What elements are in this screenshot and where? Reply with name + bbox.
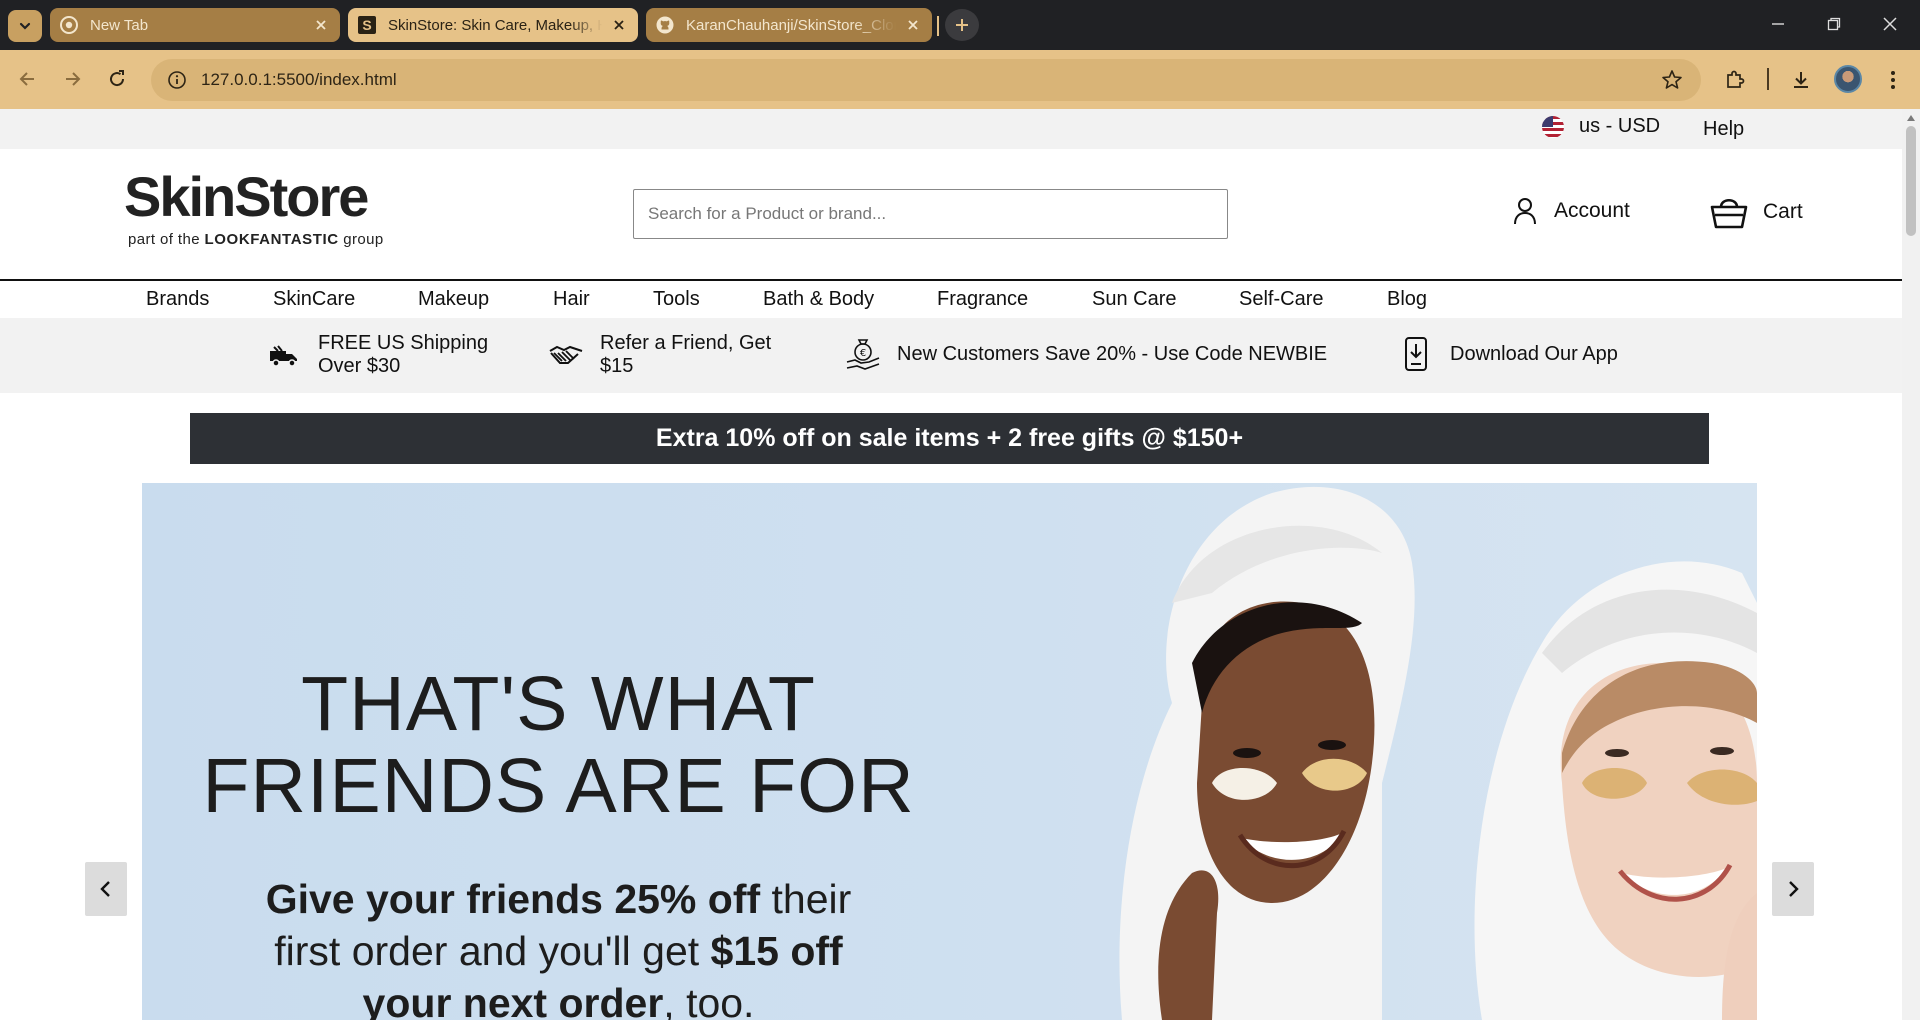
phone-download-icon [1398, 336, 1434, 372]
account-link[interactable]: Account [1512, 197, 1630, 225]
toolbar-divider [1767, 68, 1769, 90]
browser-menu-button[interactable] [1876, 63, 1910, 97]
profile-avatar[interactable] [1834, 65, 1862, 93]
skinstore-logo[interactable]: SkinStore part of the LOOKFANTASTIC grou… [124, 165, 384, 249]
close-window-button[interactable] [1862, 0, 1918, 48]
hero-heading: THAT'S WHAT FRIENDS ARE FOR [202, 661, 915, 829]
address-bar[interactable]: 127.0.0.1:5500/index.html [151, 59, 1701, 101]
hero-banner[interactable]: THAT'S WHAT FRIENDS ARE FOR Give your fri… [142, 483, 1757, 1020]
tab-title: KaranChauhanji/SkinStore_Clone [686, 16, 896, 34]
new-tab-button[interactable] [945, 9, 979, 41]
benefit-download-app[interactable]: Download Our App [1398, 336, 1618, 372]
chevron-down-icon [19, 22, 31, 30]
reload-icon [110, 70, 125, 87]
restore-icon [1827, 17, 1841, 31]
browser-tab-bar: New Tab S SkinStore: Skin Care, Makeup, … [0, 0, 1920, 50]
hero-body-text: Give your friends 25% off their first ord… [265, 876, 852, 1020]
chevron-left-icon [100, 881, 110, 897]
nav-item-brands[interactable]: Brands [146, 288, 209, 311]
close-icon [1883, 17, 1897, 31]
utility-bar: us - USD Help [0, 109, 1902, 149]
minimize-icon [1772, 23, 1784, 25]
download-icon [1794, 72, 1808, 88]
logo-wordmark: SkinStore [124, 165, 369, 228]
tab-skinstore[interactable]: S SkinStore: Skin Care, Makeup, Hair [348, 8, 638, 42]
search-input[interactable] [633, 189, 1228, 239]
nav-item-self-care[interactable]: Self-Care [1239, 288, 1323, 311]
benefits-bar: FREE US Shipping Over $30 Refer a Friend,… [0, 318, 1902, 393]
locale-label: us - USD [1579, 115, 1661, 137]
tab-search-button[interactable] [8, 10, 42, 42]
nav-item-sun-care[interactable]: Sun Care [1092, 288, 1177, 311]
extensions-button[interactable] [1718, 63, 1752, 97]
minimize-button[interactable] [1750, 0, 1806, 48]
scroll-up-icon[interactable] [1907, 115, 1915, 121]
bookmark-star-icon[interactable] [1661, 69, 1683, 91]
svg-text:€: € [860, 348, 866, 359]
restore-button[interactable] [1806, 0, 1862, 48]
tab-github[interactable]: KaranChauhanji/SkinStore_Clone [646, 8, 932, 42]
nav-item-makeup[interactable]: Makeup [418, 288, 489, 311]
us-flag-icon [1542, 115, 1564, 138]
nav-item-bath-body[interactable]: Bath & Body [763, 288, 874, 311]
basket-icon [1710, 198, 1748, 229]
nav-item-fragrance[interactable]: Fragrance [937, 288, 1028, 311]
svg-text:S: S [362, 17, 371, 33]
forward-button[interactable] [56, 63, 88, 95]
arrow-right-icon [66, 72, 81, 86]
hero-photo-illustration [1119, 486, 1757, 1020]
close-icon[interactable] [904, 16, 922, 34]
nav-item-blog[interactable]: Blog [1387, 288, 1427, 311]
puzzle-icon [1727, 70, 1745, 88]
help-link[interactable]: Help [1703, 118, 1744, 141]
nav-item-skincare[interactable]: SkinCare [273, 288, 355, 311]
nav-item-tools[interactable]: Tools [653, 288, 700, 311]
reload-button[interactable] [101, 63, 133, 95]
benefit-text: Download Our App [1450, 342, 1618, 365]
close-icon[interactable] [610, 16, 628, 34]
handshake-icon [548, 337, 584, 373]
benefit-text: New Customers Save 20% - Use Code NEWBIE [897, 342, 1328, 365]
truck-icon [266, 337, 302, 373]
kebab-menu-icon [1891, 71, 1895, 89]
tab-new-tab[interactable]: New Tab [50, 8, 340, 42]
carousel-prev-button[interactable] [85, 862, 127, 916]
tab-title: New Tab [90, 16, 149, 34]
promo-banner[interactable]: Extra 10% off on sale items + 2 free gif… [190, 413, 1709, 464]
benefit-free-shipping[interactable]: FREE US Shipping Over $30 [266, 332, 488, 378]
back-button[interactable] [12, 63, 44, 95]
arrow-left-icon [19, 72, 34, 86]
plus-icon [956, 19, 968, 31]
benefit-refer-friend[interactable]: Refer a Friend, Get $15 [548, 332, 771, 378]
cart-link[interactable]: Cart [1709, 195, 1803, 229]
chevron-right-icon [1789, 881, 1799, 897]
tab-separator [937, 16, 939, 36]
site-header: SkinStore part of the LOOKFANTASTIC grou… [0, 149, 1902, 279]
skinstore-favicon-icon: S [358, 16, 376, 34]
url-text: 127.0.0.1:5500/index.html [201, 70, 397, 89]
money-hand-icon: € [845, 336, 881, 372]
benefit-text: Refer a Friend, Get $15 [600, 332, 772, 377]
tab-title: SkinStore: Skin Care, Makeup, Hair [388, 16, 602, 34]
page-scrollbar[interactable] [1902, 109, 1920, 1020]
account-label: Account [1554, 199, 1630, 222]
cart-label: Cart [1763, 200, 1803, 223]
close-icon[interactable] [312, 16, 330, 34]
downloads-button[interactable] [1784, 63, 1818, 97]
chrome-icon [60, 16, 78, 34]
user-icon [1514, 198, 1536, 225]
nav-item-hair[interactable]: Hair [553, 288, 590, 311]
benefit-new-customers[interactable]: € New Customers Save 20% - Use Code NEWB… [845, 336, 1327, 372]
benefit-text: FREE US Shipping Over $30 [318, 332, 489, 377]
logo-tagline: part of the LOOKFANTASTIC group [128, 231, 384, 248]
page-viewport: us - USD Help SkinStore part of the LOOK… [0, 109, 1902, 1020]
category-nav: Brands SkinCare Makeup Hair Tools Bath &… [0, 279, 1902, 318]
carousel-next-button[interactable] [1772, 862, 1814, 916]
site-info-icon[interactable] [157, 60, 197, 100]
scrollbar-thumb[interactable] [1906, 126, 1916, 236]
locale-selector[interactable]: us - USD [1542, 115, 1660, 138]
github-icon [656, 16, 674, 34]
